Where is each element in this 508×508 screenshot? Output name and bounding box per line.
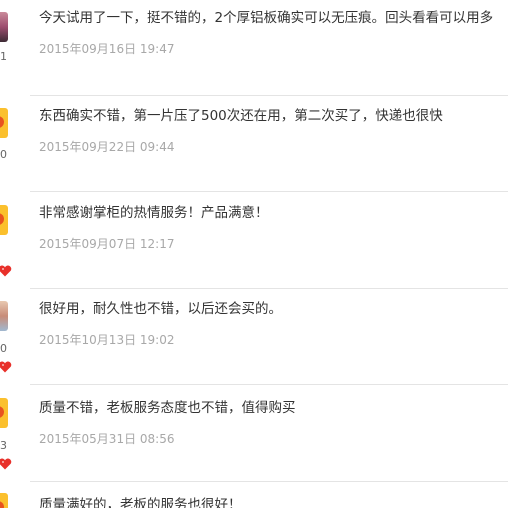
buyer-level: 1 <box>0 50 7 63</box>
review-date: 2015年05月31日 08:56 <box>39 432 175 446</box>
avatar[interactable] <box>0 301 8 331</box>
buyer-level: 3 <box>0 439 7 452</box>
heart-icon <box>0 361 12 373</box>
review-text: 很好用，耐久性也不错，以后还会买的。 <box>39 301 282 317</box>
review-list: 1 今天试用了一下，挺不错的，2个厚铝板确实可以无压痕。回头看看可以用多 201… <box>0 0 508 508</box>
review-item: 非常感谢掌柜的热情服务！产品满意！ 2015年09月07日 12:17 <box>0 193 508 289</box>
divider <box>30 481 508 482</box>
review-text: 质量不错，老板服务态度也不错，值得购买 <box>39 400 296 416</box>
review-date: 2015年09月16日 19:47 <box>39 42 175 56</box>
review-item: 1 今天试用了一下，挺不错的，2个厚铝板确实可以无压痕。回头看看可以用多 201… <box>0 0 508 96</box>
review-date: 2015年10月13日 19:02 <box>39 333 175 347</box>
review-text: 质量满好的，老板的服务也很好！ <box>39 497 242 508</box>
avatar[interactable] <box>0 12 8 42</box>
divider <box>30 191 508 192</box>
divider <box>30 384 508 385</box>
review-text: 非常感谢掌柜的热情服务！产品满意！ <box>39 205 269 221</box>
review-text: 今天试用了一下，挺不错的，2个厚铝板确实可以无压痕。回头看看可以用多 <box>39 10 494 26</box>
review-item: 0 很好用，耐久性也不错，以后还会买的。 2015年10月13日 19:02 <box>0 289 508 385</box>
avatar[interactable] <box>0 493 8 508</box>
avatar[interactable] <box>0 398 8 428</box>
avatar[interactable] <box>0 205 8 235</box>
review-item: 0 东西确实不错，第一片压了500次还在用，第二次买了，快递也很快 2015年0… <box>0 96 508 192</box>
review-item: 3 质量不错，老板服务态度也不错，值得购买 2015年05月31日 08:56 <box>0 386 508 482</box>
review-item: 质量满好的，老板的服务也很好！ <box>0 483 508 508</box>
avatar[interactable] <box>0 108 8 138</box>
review-date: 2015年09月07日 12:17 <box>39 237 175 251</box>
heart-icon <box>0 265 12 277</box>
review-date: 2015年09月22日 09:44 <box>39 140 175 154</box>
review-text: 东西确实不错，第一片压了500次还在用，第二次买了，快递也很快 <box>39 108 443 124</box>
heart-icon <box>0 458 12 470</box>
buyer-level: 0 <box>0 342 7 355</box>
buyer-level: 0 <box>0 148 7 161</box>
